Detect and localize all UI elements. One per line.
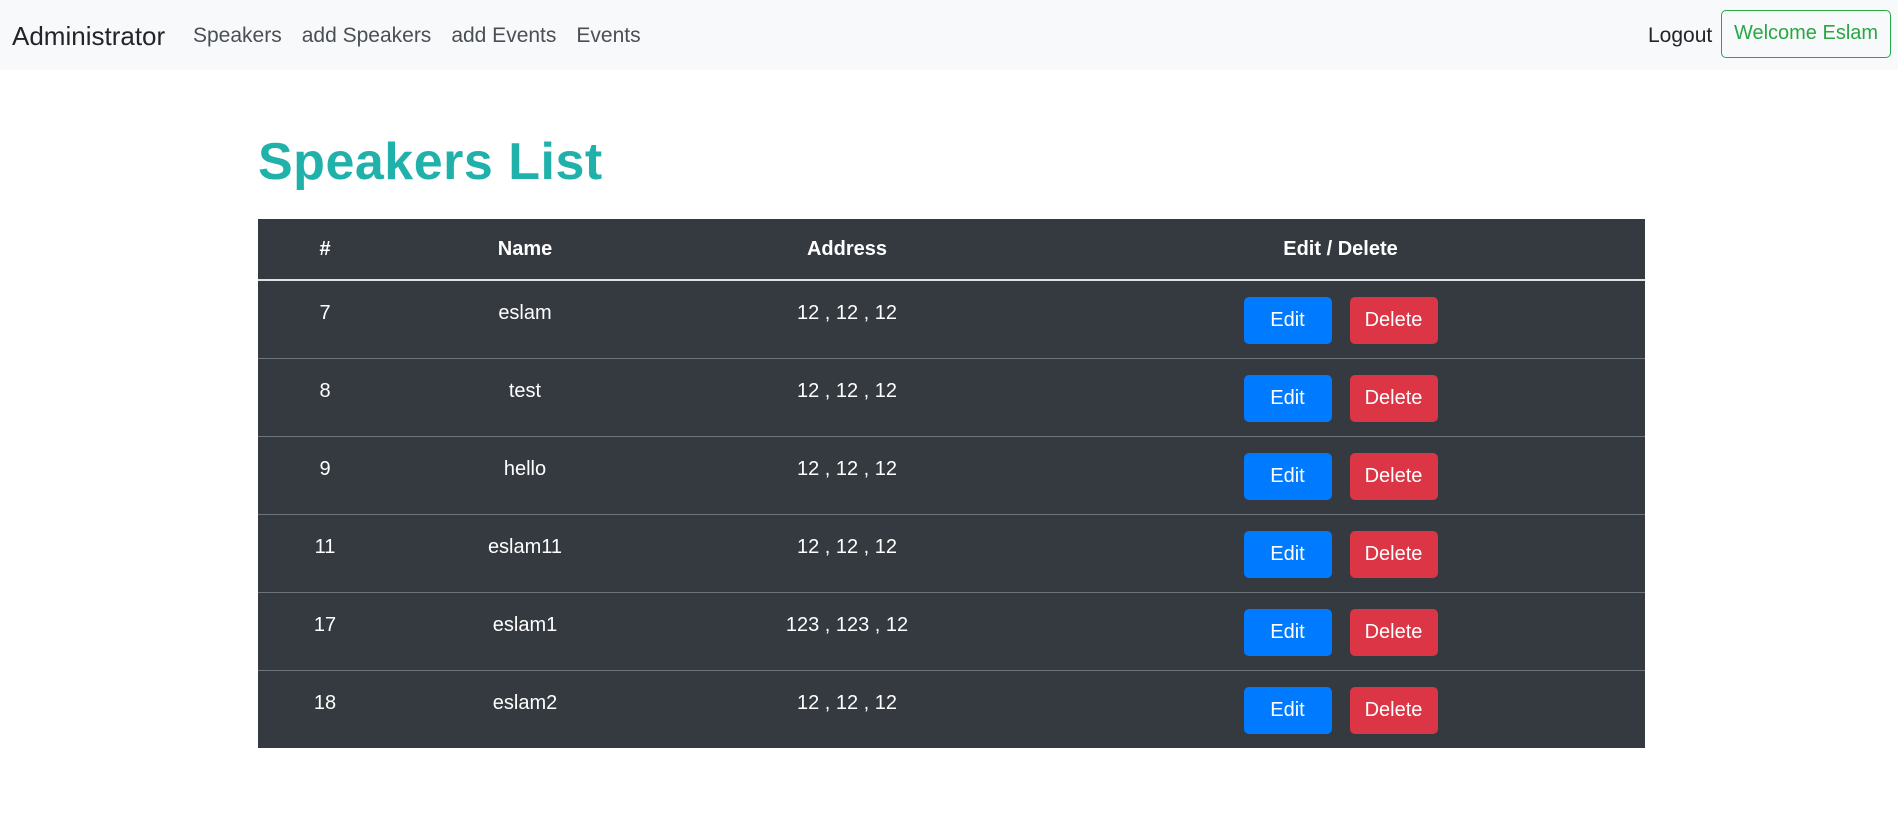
delete-button[interactable]: Delete: [1349, 374, 1438, 422]
edit-button[interactable]: Edit: [1243, 452, 1332, 500]
cell-actions: Edit Delete: [1036, 513, 1645, 592]
table-body: 7 eslam 12 , 12 , 12 Edit Delete 8 test 1…: [258, 280, 1645, 748]
cell-name: eslam11: [392, 513, 658, 592]
table-row: 18 eslam2 12 , 12 , 12 Edit Delete: [258, 669, 1645, 748]
delete-button[interactable]: Delete: [1349, 297, 1438, 344]
column-header-actions: Edit / Delete: [1036, 219, 1645, 281]
cell-id: 18: [258, 669, 392, 748]
cell-address: 12 , 12 , 12: [658, 357, 1036, 436]
cell-id: 11: [258, 513, 392, 592]
cell-address: 12 , 12 , 12: [796, 302, 898, 324]
navbar-brand[interactable]: Administrator: [12, 18, 165, 54]
nav-link-add-speakers[interactable]: add Speakers: [302, 20, 432, 52]
cell-name: eslam2: [392, 669, 658, 748]
cell-name: hello: [392, 435, 658, 514]
column-header-id: #: [258, 219, 392, 281]
navbar: Administrator Speakers add Speakers add …: [0, 0, 1898, 70]
table-row: 8 test 12 , 12 , 12 Edit Delete: [258, 357, 1645, 436]
edit-button[interactable]: Edit: [1243, 297, 1332, 344]
cell-actions: Edit Delete: [1036, 280, 1645, 358]
column-header-address: Address: [658, 219, 1036, 281]
cell-actions: Edit Delete: [1036, 591, 1645, 670]
cell-id: 7: [319, 302, 331, 324]
cell-id: 9: [258, 435, 392, 514]
logout-link[interactable]: Logout: [1648, 20, 1712, 52]
edit-button[interactable]: Edit: [1243, 530, 1332, 578]
cell-address: 12 , 12 , 12: [658, 669, 1036, 748]
cell-address: 12 , 12 , 12: [658, 513, 1036, 592]
table-row: 9 hello 12 , 12 , 12 Edit Delete: [258, 435, 1645, 514]
table-row: 11 eslam11 12 , 12 , 12 Edit Delete: [258, 513, 1645, 592]
cell-actions: Edit Delete: [1036, 357, 1645, 436]
column-header-name: Name: [392, 219, 658, 281]
cell-actions: Edit Delete: [1036, 435, 1645, 514]
cell-name: eslam1: [392, 591, 658, 670]
cell-actions: Edit Delete: [1036, 669, 1645, 748]
cell-id: 17: [258, 591, 392, 670]
cell-address: 123 , 123 , 12: [658, 591, 1036, 670]
cell-name: eslam: [498, 302, 552, 324]
page-title: Speakers List: [258, 133, 603, 191]
delete-button[interactable]: Delete: [1349, 686, 1438, 734]
cell-name: test: [392, 357, 658, 436]
nav-link-speakers[interactable]: Speakers: [193, 20, 282, 52]
cell-id: 8: [258, 357, 392, 436]
table-row: 7 eslam 12 , 12 , 12 Edit Delete: [258, 280, 1645, 358]
cell-address: 12 , 12 , 12: [658, 435, 1036, 514]
welcome-button[interactable]: Welcome Eslam: [1721, 10, 1891, 58]
speakers-table-container: # Name Address Edit / Delete 7 eslam 12 …: [258, 219, 1645, 748]
table-header-row: # Name Address Edit / Delete: [258, 219, 1645, 281]
delete-button[interactable]: Delete: [1349, 452, 1438, 500]
speakers-table: # Name Address Edit / Delete 7 eslam 12 …: [258, 219, 1645, 748]
edit-button[interactable]: Edit: [1243, 374, 1332, 422]
delete-button[interactable]: Delete: [1349, 530, 1438, 578]
nav-link-add-events[interactable]: add Events: [451, 20, 556, 52]
delete-button[interactable]: Delete: [1349, 608, 1438, 656]
table-header: # Name Address Edit / Delete: [258, 219, 1645, 281]
edit-button[interactable]: Edit: [1243, 686, 1332, 734]
nav-links: Speakers add Speakers add Events Events: [193, 20, 641, 52]
nav-link-events[interactable]: Events: [576, 20, 640, 52]
edit-button[interactable]: Edit: [1243, 608, 1332, 656]
table-row: 17 eslam1 123 , 123 , 12 Edit Delete: [258, 591, 1645, 670]
